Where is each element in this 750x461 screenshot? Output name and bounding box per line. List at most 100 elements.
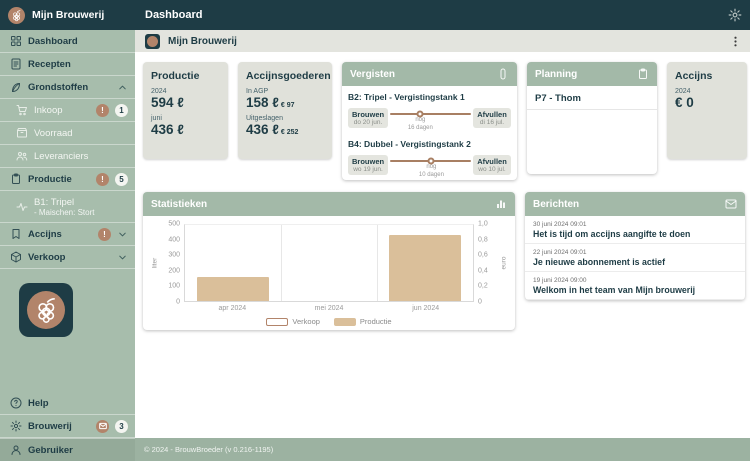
y-tick-right: 0,2 bbox=[478, 283, 488, 290]
card-header: Statistieken bbox=[143, 192, 515, 216]
card-title: Vergisten bbox=[350, 69, 395, 80]
card-berichten: Berichten 30 juni 2024 09:01Het is tijd … bbox=[525, 192, 745, 300]
legend-item-productie: Productie bbox=[334, 317, 392, 326]
stat-extra: € 97 bbox=[281, 102, 295, 109]
message-item[interactable]: 22 juni 2024 09:01Je nieuwe abonnement i… bbox=[525, 244, 745, 272]
tank-progress: Brouwendo 20 jun.nog16 dagenAfvullendi 1… bbox=[348, 105, 511, 131]
sidebar-item-productie[interactable]: Productie! 5 bbox=[0, 168, 135, 191]
sidebar-item-help[interactable]: Help bbox=[0, 392, 135, 415]
x-tick-label: jun 2024 bbox=[377, 305, 474, 312]
sidebar-item-accijns[interactable]: Accijns! bbox=[0, 223, 135, 246]
card-statistieken: Statistieken liter 5004003002001000 1,00… bbox=[143, 192, 515, 330]
clipboard-icon bbox=[10, 173, 22, 185]
y-tick-right: 0,6 bbox=[478, 252, 488, 259]
step-date: di 16 jul. bbox=[477, 119, 507, 126]
sidebar-item-label: Inkoop bbox=[34, 105, 63, 116]
sidebar-item-dashboard[interactable]: Dashboard bbox=[0, 30, 135, 53]
chevron-down-icon[interactable] bbox=[117, 252, 128, 263]
days-remaining: nog10 dagen bbox=[419, 164, 444, 180]
bar-productie bbox=[389, 235, 461, 301]
sidebar-item-text: B1: Tripel- Maischen: Stort bbox=[34, 197, 94, 217]
stat-label: Uitgeslagen bbox=[246, 115, 324, 122]
sidebar-item-label: Productie bbox=[28, 174, 72, 185]
gridline bbox=[377, 225, 378, 301]
y-tick-left: 0 bbox=[176, 299, 180, 306]
card-row-top: Productie 2024 594 ℓ juni 436 ℓ Accijnsg… bbox=[143, 62, 747, 180]
sidebar-item-verkoop[interactable]: Verkoop bbox=[0, 246, 135, 269]
chevron-down-icon[interactable] bbox=[117, 229, 128, 240]
sidebar-item-inkoop[interactable]: Inkoop! 1 bbox=[0, 99, 135, 122]
chart-bars-icon bbox=[495, 198, 507, 210]
sidebar-item-brouwerij[interactable]: Brouwerij3 bbox=[0, 415, 135, 438]
card-title: Berichten bbox=[533, 199, 579, 210]
stat-value: € 0 bbox=[675, 95, 739, 111]
step-date: do 20 jun. bbox=[352, 119, 384, 126]
sidebar-item-recepten[interactable]: Recepten bbox=[0, 53, 135, 76]
tank-list: B2: Tripel - Vergistingstank 1Brouwendo … bbox=[342, 86, 517, 180]
remaining-days: 16 dagen bbox=[408, 125, 433, 133]
stat-label: 2024 bbox=[151, 88, 220, 95]
planning-item[interactable]: P7 - Thom bbox=[527, 86, 657, 110]
card-header: Vergisten bbox=[342, 62, 517, 86]
sidebar-item-sublabel: - Maischen: Stort bbox=[34, 208, 94, 217]
tank-row[interactable]: B4: Dubbel - Vergistingstank 2Brouwenwo … bbox=[342, 133, 517, 180]
sidebar-item-gebruiker[interactable]: Gebruiker bbox=[0, 438, 135, 461]
kebab-menu-icon[interactable] bbox=[729, 35, 742, 48]
chart-plot-row: liter 5004003002001000 1,00,80,60,40,20 … bbox=[149, 224, 509, 302]
planning-list: P7 - Thom bbox=[527, 86, 657, 110]
count-badge: 1 bbox=[115, 104, 128, 117]
card-productie: Productie 2024 594 ℓ juni 436 ℓ bbox=[143, 62, 228, 159]
card-accijns: Accijns 2024 € 0 bbox=[667, 62, 747, 159]
y-tick-left: 500 bbox=[168, 221, 180, 228]
message-item[interactable]: 19 juni 2024 09:00Welkom in het team van… bbox=[525, 272, 745, 300]
brewery-logo-small bbox=[145, 34, 160, 49]
document-icon bbox=[10, 58, 22, 70]
y-tick-right: 0 bbox=[478, 299, 482, 306]
sidebar-item-leveranciers[interactable]: Leveranciers bbox=[0, 145, 135, 168]
breadcrumb: Mijn Brouwerij bbox=[168, 36, 237, 47]
sidebar-item-label: Brouwerij bbox=[28, 421, 72, 432]
progress-track: nog16 dagen bbox=[388, 105, 473, 131]
message-text: Je nieuwe abonnement is actief bbox=[533, 257, 737, 267]
brewery-logo-large bbox=[19, 283, 73, 337]
tank-progress: Brouwenwo 19 jun.nog10 dagenAfvullenwo 1… bbox=[348, 152, 511, 178]
legend-label: Productie bbox=[360, 317, 392, 326]
y-tick-left: 300 bbox=[168, 252, 180, 259]
mail-badge-icon bbox=[96, 420, 109, 433]
chevron-up-icon[interactable] bbox=[117, 82, 128, 93]
sidebar-item-grondstoffen[interactable]: Grondstoffen bbox=[0, 76, 135, 99]
legend-swatch bbox=[266, 318, 288, 326]
sidebar-header: Mijn Brouwerij bbox=[0, 0, 135, 30]
sidebar-item-b1-tripel[interactable]: B1: Tripel- Maischen: Stort bbox=[0, 191, 135, 223]
tank-icon bbox=[497, 68, 509, 80]
y-tick-right: 0,4 bbox=[478, 267, 488, 274]
legend-label: Verkoop bbox=[292, 317, 320, 326]
stat-label: 2024 bbox=[675, 88, 739, 95]
legend-swatch bbox=[334, 318, 356, 326]
card-title: Accijnsgoederen bbox=[246, 70, 324, 82]
y-tick-left: 400 bbox=[168, 236, 180, 243]
gridline bbox=[281, 225, 282, 301]
hop-icon bbox=[27, 291, 65, 329]
activity-icon bbox=[16, 201, 28, 213]
count-badge: 5 bbox=[115, 173, 128, 186]
card-accijnsgoederen: Accijnsgoederen In AGP 158 ℓ€ 97 Uitgesl… bbox=[238, 62, 332, 159]
message-item[interactable]: 30 juni 2024 09:01Het is tijd om accijns… bbox=[525, 216, 745, 244]
plot-area bbox=[184, 224, 474, 302]
fill-step-chip: Afvullendi 16 jul. bbox=[473, 108, 511, 128]
sidebar-item-voorraad[interactable]: Voorraad bbox=[0, 122, 135, 145]
y-axis-ticks-right: 1,00,80,60,40,20 bbox=[474, 224, 498, 302]
sidebar-item-label: Recepten bbox=[28, 59, 71, 70]
x-tick-label: apr 2024 bbox=[184, 305, 281, 312]
tank-row[interactable]: B2: Tripel - Vergistingstank 1Brouwendo … bbox=[342, 86, 517, 133]
sidebar-title: Mijn Brouwerij bbox=[32, 9, 104, 21]
tank-name: B4: Dubbel - Vergistingstank 2 bbox=[348, 139, 511, 149]
topbar: Dashboard bbox=[135, 0, 750, 30]
progress-line bbox=[390, 113, 471, 115]
alert-badge: ! bbox=[96, 104, 109, 117]
step-label: Afvullen bbox=[477, 157, 507, 166]
sidebar-item-label: Voorraad bbox=[34, 128, 73, 139]
alert-badge: ! bbox=[96, 173, 109, 186]
stat-value: 158 ℓ€ 97 bbox=[246, 95, 324, 111]
gear-icon[interactable] bbox=[728, 8, 742, 22]
